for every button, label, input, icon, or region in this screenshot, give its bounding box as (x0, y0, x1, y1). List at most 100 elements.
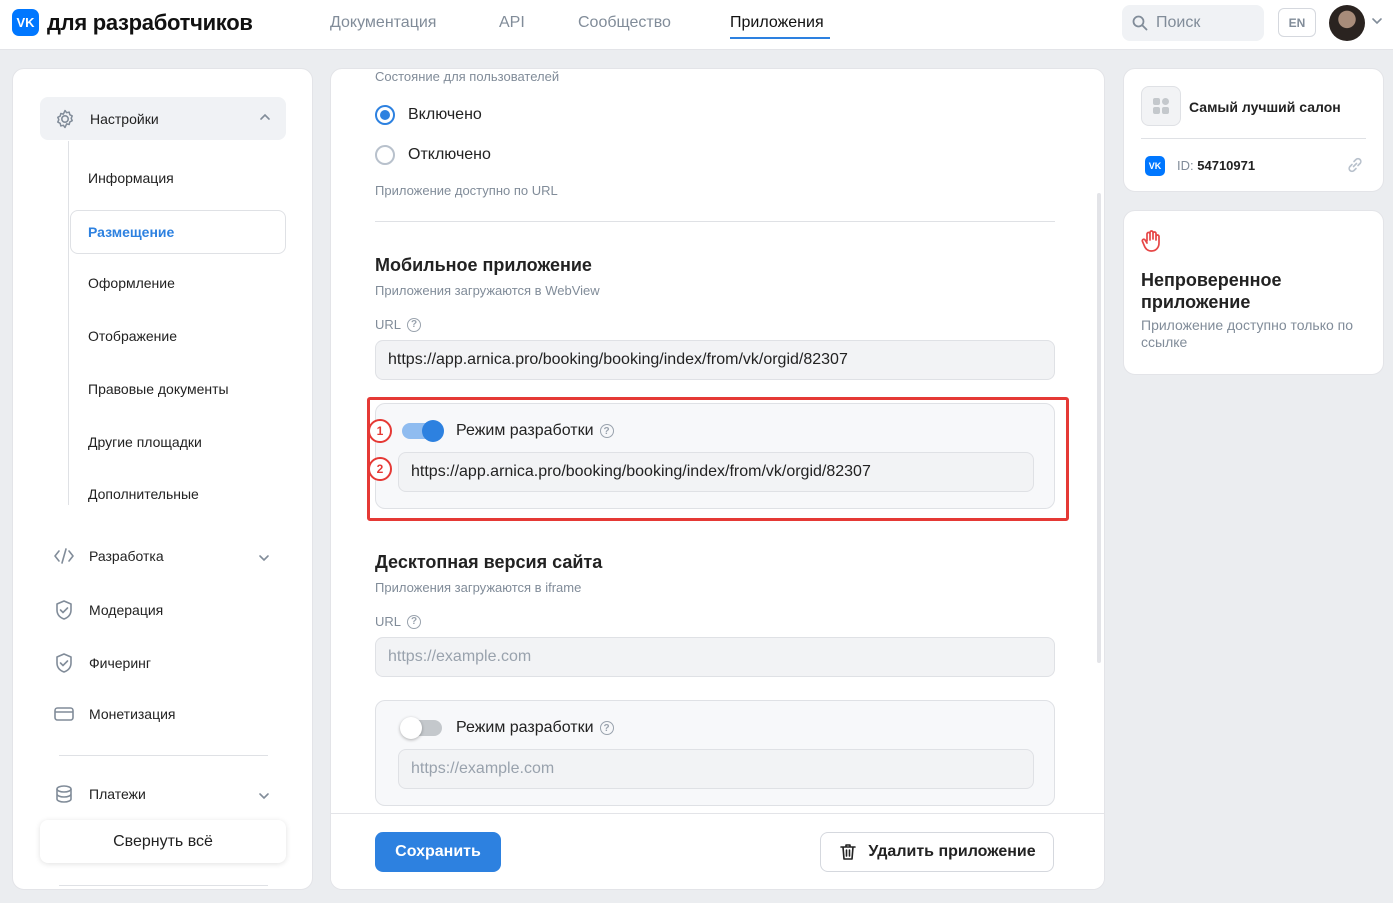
id-value: 54710971 (1197, 158, 1256, 173)
chevron-down-icon[interactable] (257, 791, 271, 801)
chevron-up-icon (260, 113, 270, 120)
help-icon[interactable]: ? (407, 614, 422, 629)
logo[interactable]: VK для разработчиков (12, 9, 253, 36)
sidebar-sub-additional[interactable]: Дополнительные (88, 486, 199, 502)
shield-check-icon (56, 653, 72, 673)
vk-icon: VK (1145, 156, 1165, 176)
form-footer: Сохранить Удалить приложение (331, 813, 1104, 889)
language-switch[interactable]: EN (1278, 8, 1316, 37)
radio-button-checked[interactable] (375, 105, 395, 125)
apps-grid-icon (1153, 98, 1169, 114)
toggle-switch-off[interactable] (400, 717, 442, 739)
sidebar-sub-design[interactable]: Оформление (88, 275, 175, 291)
sidebar-item-development[interactable]: Разработка (53, 546, 164, 566)
sidebar-item-featuring[interactable]: Фичеринг (53, 652, 151, 674)
sidebar-sub-legal[interactable]: Правовые документы (88, 381, 229, 397)
delete-app-button[interactable]: Удалить приложение (820, 832, 1054, 872)
coins-icon (56, 785, 72, 803)
shield-icon (56, 600, 72, 620)
label-text: URL (375, 614, 402, 629)
divider (1141, 138, 1366, 139)
desktop-url-input[interactable]: https://example.com (375, 637, 1055, 677)
app-id: ID: 54710971 (1177, 158, 1255, 173)
search-icon (1132, 15, 1148, 31)
unverified-description: Приложение доступно только по ссылке (1141, 317, 1354, 350)
radio-disabled[interactable]: Отключено (375, 145, 491, 165)
app-icon (1141, 86, 1181, 126)
sidebar-sub-info[interactable]: Информация (88, 170, 174, 186)
help-icon[interactable]: ? (407, 317, 422, 332)
hand-stop-icon (1141, 230, 1160, 252)
logo-text: для разработчиков (47, 9, 253, 35)
sidebar-item-settings[interactable]: Настройки (40, 97, 286, 140)
mobile-section-subtitle: Приложения загружаются в WebView (375, 283, 600, 298)
nav-active-underline (730, 37, 830, 39)
nav-apps[interactable]: Приложения (730, 14, 824, 32)
search-placeholder: Поиск (1156, 14, 1201, 31)
desktop-section-subtitle: Приложения загружаются в iframe (375, 580, 582, 595)
save-button[interactable]: Сохранить (375, 832, 501, 872)
sidebar-item-label: Разработка (89, 548, 164, 564)
sidebar-sub-platforms[interactable]: Другие площадки (88, 434, 202, 450)
top-bar: VK для разработчиков Документация API Со… (0, 0, 1393, 50)
toggle-label: Режим разработки (456, 719, 594, 736)
annotation-marker-1: 1 (368, 419, 392, 443)
desktop-dev-mode-box: Режим разработки ? https://example.com (375, 700, 1055, 806)
mobile-url-label: URL ? (375, 317, 422, 332)
nav-community[interactable]: Сообщество (578, 14, 671, 32)
vk-logo-icon: VK (12, 9, 39, 36)
desktop-url-label: URL ? (375, 614, 422, 629)
tree-line (68, 141, 69, 505)
sidebar-item-label: Настройки (90, 110, 159, 127)
scrollbar[interactable] (1097, 193, 1101, 663)
mobile-url-input[interactable]: https://app.arnica.pro/booking/booking/i… (375, 340, 1055, 380)
main-panel: Состояние для пользователей Включено Отк… (330, 68, 1105, 890)
unverified-card: Непроверенное приложение Приложение дост… (1123, 210, 1384, 375)
highlight-frame (367, 397, 1069, 521)
chevron-down-icon[interactable] (257, 553, 271, 563)
sidebar-item-label: Монетизация (89, 706, 176, 722)
search-input[interactable]: Поиск (1122, 5, 1264, 41)
trash-icon (840, 844, 857, 860)
sidebar: Настройки Информация Размещение Оформлен… (12, 68, 313, 890)
app-card: Самый лучший салон VK ID: 54710971 (1123, 68, 1384, 192)
radio-label: Включено (408, 106, 482, 123)
sidebar-sub-display[interactable]: Отображение (88, 328, 177, 344)
sidebar-item-moderation[interactable]: Модерация (53, 599, 163, 621)
divider (59, 885, 268, 886)
id-prefix: ID: (1177, 158, 1194, 173)
sidebar-item-label: Фичеринг (89, 655, 151, 671)
nav-docs[interactable]: Документация (330, 14, 436, 32)
sidebar-sub-label: Размещение (88, 224, 175, 240)
card-icon (54, 707, 74, 721)
nav-api[interactable]: API (499, 14, 525, 32)
desktop-dev-mode-toggle-row[interactable]: Режим разработки ? (400, 717, 614, 739)
state-caption: Состояние для пользователей (375, 69, 560, 84)
chevron-down-icon[interactable] (1371, 17, 1383, 25)
gear-icon (57, 109, 73, 128)
annotation-marker-2: 2 (368, 457, 392, 481)
desktop-section-title: Десктопная версия сайта (375, 552, 603, 572)
button-label: Удалить приложение (868, 843, 1036, 860)
sidebar-item-monetization[interactable]: Монетизация (53, 704, 176, 724)
divider (59, 755, 268, 756)
unverified-title: Непроверенное приложение (1141, 270, 1282, 312)
collapse-all-button[interactable]: Свернуть всё (40, 820, 286, 863)
avatar[interactable] (1329, 5, 1365, 41)
sidebar-item-payments[interactable]: Платежи (53, 784, 146, 804)
sidebar-item-label: Модерация (89, 602, 164, 618)
label-text: URL (375, 317, 402, 332)
code-icon (54, 548, 74, 564)
link-icon[interactable] (1345, 155, 1365, 175)
mobile-section-title: Мобильное приложение (375, 255, 592, 275)
sidebar-item-label: Платежи (89, 786, 146, 802)
radio-button[interactable] (375, 145, 395, 165)
url-access-caption: Приложение доступно по URL (375, 183, 558, 198)
divider (375, 221, 1055, 222)
radio-enabled[interactable]: Включено (375, 105, 482, 125)
radio-label: Отключено (408, 146, 491, 163)
help-icon[interactable]: ? (599, 721, 614, 735)
sidebar-sub-placement[interactable]: Размещение (70, 210, 286, 254)
desktop-dev-url-input[interactable]: https://example.com (398, 749, 1034, 789)
app-name: Самый лучший салон (1189, 99, 1341, 115)
